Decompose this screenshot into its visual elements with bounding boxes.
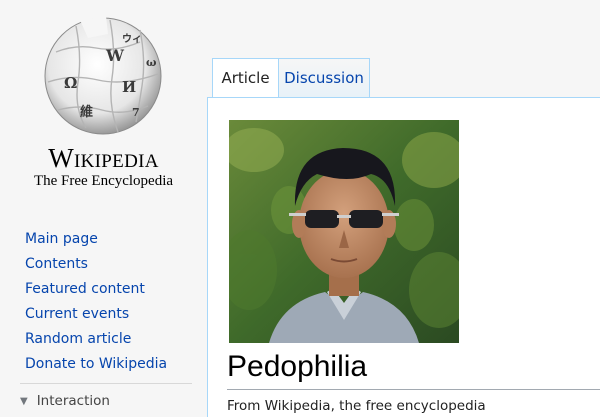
sidebar-navigation: Main page Contents Featured content Curr… — [25, 229, 167, 379]
globe-glyph-omega: Ω — [64, 74, 77, 92]
globe-glyph-w: W — [105, 46, 125, 65]
globe-glyph-han: 維 — [80, 104, 93, 120]
globe-glyph-katakana: ウィ — [122, 33, 142, 45]
sidebar: W Ω И ウィ 維 ω 7 Wikipedia The Free Encycl… — [0, 0, 207, 417]
page-tabs: Article Discussion — [207, 0, 600, 97]
site-subtitle: From Wikipedia, the free encyclopedia — [227, 398, 486, 414]
wikipedia-wordmark: Wikipedia — [48, 143, 159, 173]
sidebar-item-contents[interactable]: Contents — [25, 254, 167, 279]
page-title: Pedophilia — [227, 350, 368, 383]
article-portrait-image[interactable] — [229, 120, 459, 343]
sidebar-item-random-article[interactable]: Random article — [25, 329, 167, 354]
wikipedia-tagline: The Free Encyclopedia — [33, 173, 174, 189]
sidebar-item-current-events[interactable]: Current events — [25, 304, 167, 329]
wikipedia-globe-logo[interactable]: W Ω И ウィ 維 ω 7 — [36, 12, 170, 138]
tab-discussion[interactable]: Discussion — [279, 58, 370, 97]
article-content: Pedophilia From Wikipedia, the free ency… — [207, 97, 600, 417]
sidebar-item-featured-content[interactable]: Featured content — [25, 279, 167, 304]
sidebar-divider — [20, 383, 192, 384]
globe-glyph-cyrillic: И — [122, 78, 136, 96]
interaction-portlet-label: Interaction — [36, 393, 110, 409]
title-divider — [227, 389, 600, 390]
interaction-portlet-toggle[interactable]: ▼ Interaction — [20, 393, 110, 409]
sidebar-item-donate[interactable]: Donate to Wikipedia — [25, 354, 167, 379]
tab-article[interactable]: Article — [212, 58, 279, 97]
globe-glyph-seven: 7 — [132, 106, 140, 119]
sidebar-item-main-page[interactable]: Main page — [25, 229, 167, 254]
triangle-down-icon: ▼ — [20, 396, 28, 407]
globe-glyph-small-omega: ω — [146, 56, 157, 69]
